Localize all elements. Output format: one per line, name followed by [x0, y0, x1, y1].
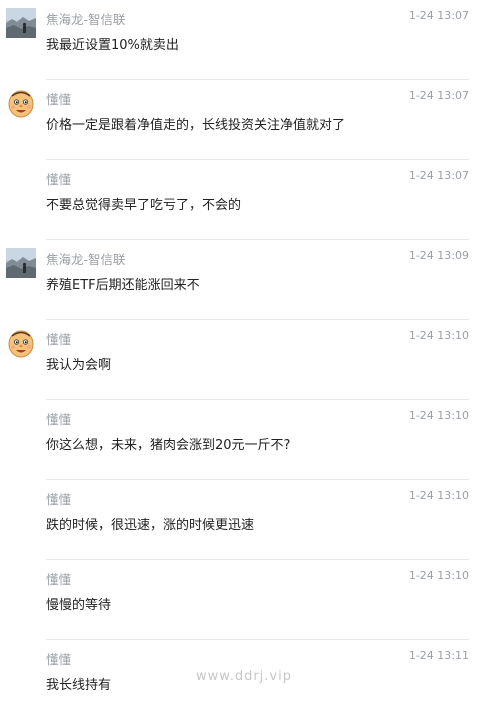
message-item: 懂懂 1-24 13:10 我认为会啊: [0, 320, 479, 400]
message-item: 懂懂 1-24 13:07 不要总觉得卖早了吃亏了，不会的: [0, 160, 479, 240]
avatar-landscape[interactable]: [6, 248, 36, 278]
message-timestamp: 1-24 13:10: [408, 329, 469, 342]
sender-name[interactable]: 焦海龙-智信联: [46, 249, 126, 268]
message-timestamp: 1-24 13:07: [408, 89, 469, 102]
message-item: 焦海龙-智信联 1-24 13:09 养殖ETF后期还能涨回来不: [0, 240, 479, 320]
message-item: 焦海龙-智信联 1-24 13:07 我最近设置10%就卖出: [0, 0, 479, 80]
message-text: 我长线持有: [46, 678, 112, 693]
message-timestamp: 1-24 13:11: [408, 649, 469, 662]
message-timestamp: 1-24 13:10: [408, 569, 469, 582]
message-timestamp: 1-24 13:07: [408, 9, 469, 22]
sender-name[interactable]: 懂懂: [46, 89, 71, 108]
message-timestamp: 1-24 13:10: [408, 409, 469, 422]
message-text: 你这么想，未来，猪肉会涨到20元一斤不?: [46, 438, 291, 453]
sender-name[interactable]: 懂懂: [46, 329, 71, 348]
message-text: 我认为会啊: [46, 358, 112, 373]
avatar-landscape[interactable]: [6, 8, 36, 38]
cartoon-face-avatar-icon: [6, 328, 36, 358]
message-text: 我最近设置10%就卖出: [46, 38, 179, 53]
message-text: 养殖ETF后期还能涨回来不: [46, 278, 200, 293]
message-text: 不要总觉得卖早了吃亏了，不会的: [46, 198, 242, 213]
message-text: 跌的时候，很迅速，涨的时候更迅速: [46, 518, 255, 533]
message-item: 懂懂 1-24 13:07 价格一定是跟着净值走的，长线投资关注净值就对了: [0, 80, 479, 160]
landscape-avatar-icon: [6, 248, 36, 278]
sender-name[interactable]: 懂懂: [46, 649, 71, 668]
message-timestamp: 1-24 13:07: [408, 169, 469, 182]
sender-name[interactable]: 懂懂: [46, 489, 71, 508]
message-item: 懂懂 1-24 13:10 慢慢的等待: [0, 560, 479, 640]
message-timestamp: 1-24 13:09: [408, 249, 469, 262]
watermark-text: www.ddrj.vip: [196, 669, 292, 684]
message-text: 价格一定是跟着净值走的，长线投资关注净值就对了: [46, 118, 346, 133]
message-item: 懂懂 1-24 13:10 跌的时候，很迅速，涨的时候更迅速: [0, 480, 479, 560]
chat-message-list: 焦海龙-智信联 1-24 13:07 我最近设置10%就卖出 懂懂 1-24 1…: [0, 0, 479, 699]
sender-name[interactable]: 懂懂: [46, 169, 71, 188]
message-text: 慢慢的等待: [46, 598, 112, 613]
avatar-cartoon[interactable]: [6, 88, 36, 118]
message-item: 懂懂 1-24 13:10 你这么想，未来，猪肉会涨到20元一斤不?: [0, 400, 479, 480]
sender-name[interactable]: 懂懂: [46, 569, 71, 588]
message-timestamp: 1-24 13:10: [408, 489, 469, 502]
sender-name[interactable]: 焦海龙-智信联: [46, 9, 126, 28]
cartoon-face-avatar-icon: [6, 88, 36, 118]
landscape-avatar-icon: [6, 8, 36, 38]
avatar-cartoon[interactable]: [6, 328, 36, 358]
sender-name[interactable]: 懂懂: [46, 409, 71, 428]
